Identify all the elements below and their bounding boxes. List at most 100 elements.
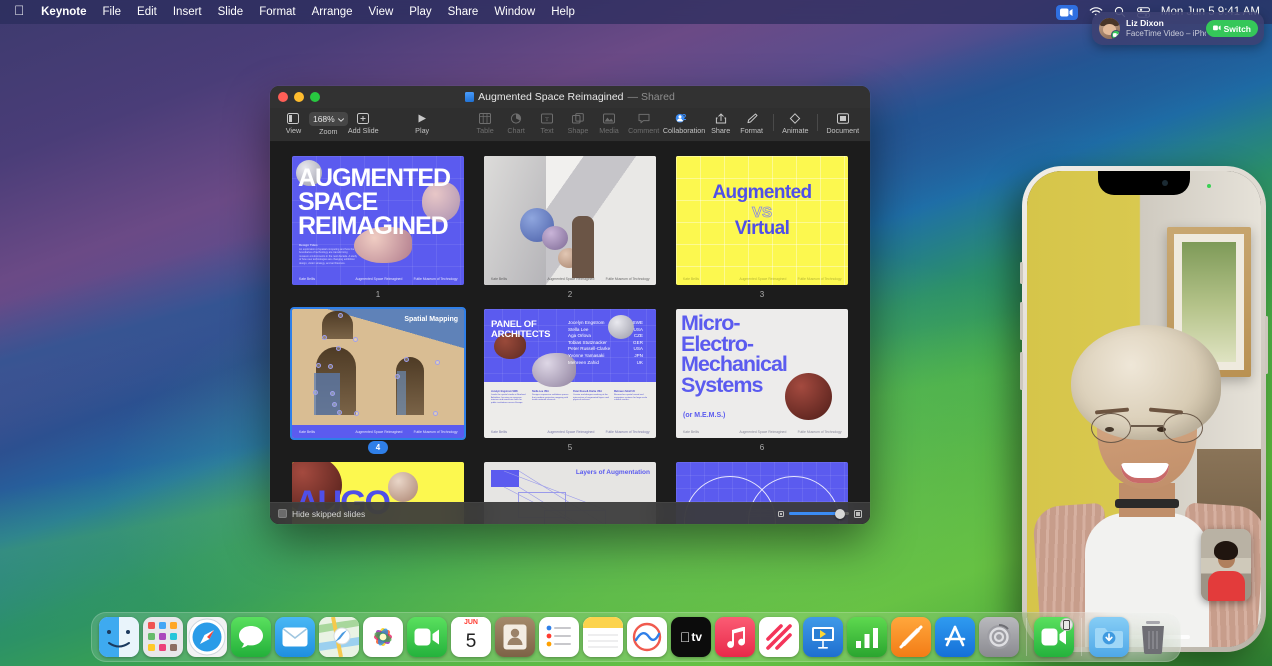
dock-item-maps[interactable] — [319, 617, 359, 657]
play-label: Play — [415, 126, 429, 135]
iphone-device[interactable] — [1022, 166, 1266, 652]
slide-grid: AUGMENTED SPACE REIMAGINED Design Tides … — [270, 142, 870, 524]
slide-cell-2[interactable]: Kate Bellis Augmented Space Reimagined F… — [484, 156, 656, 301]
animate-button[interactable]: Animate — [780, 110, 811, 135]
slide-thumbnail-3[interactable]: Augmented VS Virtual Kate Bellis Augment… — [676, 156, 848, 285]
notification-subtitle: FaceTime Video – iPhone › — [1126, 29, 1206, 39]
play-icon — [416, 112, 428, 125]
thumbnail-size-slider-group[interactable] — [778, 510, 862, 518]
dock-item-photos[interactable] — [363, 617, 403, 657]
slide-cell-1[interactable]: AUGMENTED SPACE REIMAGINED Design Tides … — [292, 156, 464, 301]
collaboration-button[interactable]: 2 Collaboration — [663, 110, 705, 135]
self-view-pip[interactable] — [1201, 529, 1251, 601]
share-button[interactable]: Share — [705, 110, 736, 135]
slide-1-body: Design Tides An exploration of spatial c… — [299, 244, 357, 265]
chart-button[interactable]: Chart — [501, 110, 532, 135]
menu-item-slide[interactable]: Slide — [210, 6, 252, 18]
large-thumbnail-icon[interactable] — [854, 510, 862, 518]
media-button[interactable]: Media — [594, 110, 625, 135]
window-title-bar[interactable]: Augmented Space Reimagined — Shared — [270, 86, 870, 108]
dock-item-mail[interactable] — [275, 617, 315, 657]
slide-cell-4[interactable]: Spatial Mapping Kate Bellis Augmented Sp… — [292, 309, 464, 454]
dock-item-trash[interactable] — [1133, 617, 1173, 657]
window-controls[interactable] — [278, 92, 320, 102]
menu-item-keynote[interactable]: Keynote — [33, 6, 94, 18]
dock-item-calendar[interactable]: JUN 5 — [451, 617, 491, 657]
view-button[interactable]: View — [278, 110, 309, 135]
dock-item-numbers[interactable] — [847, 617, 887, 657]
slide-thumbnail-4[interactable]: Spatial Mapping Kate Bellis Augmented Sp… — [292, 309, 464, 438]
slide-cell-5[interactable]: PANEL OF ARCHITECTS Jocelyn EngstromSWE … — [484, 309, 656, 454]
menu-item-edit[interactable]: Edit — [129, 6, 165, 18]
facetime-handoff-notification[interactable]: Liz Dixon FaceTime Video – iPhone › Swit… — [1092, 12, 1264, 45]
checkbox-icon[interactable] — [278, 509, 287, 518]
menu-item-window[interactable]: Window — [486, 6, 543, 18]
slide-number-4: 4 — [368, 441, 388, 454]
zoom-control[interactable]: 168% Zoom — [309, 110, 348, 136]
slide-thumbnail-1[interactable]: AUGMENTED SPACE REIMAGINED Design Tides … — [292, 156, 464, 285]
keynote-window[interactable]: Augmented Space Reimagined — Shared View… — [270, 86, 870, 524]
slide-cell-3[interactable]: Augmented VS Virtual Kate Bellis Augment… — [676, 156, 848, 301]
document-button[interactable]: Document — [824, 110, 862, 135]
menu-item-format[interactable]: Format — [251, 6, 303, 18]
dock-item-facetime-active[interactable] — [1034, 617, 1074, 657]
slide-cell-6[interactable]: Micro- Electro- Mechanical Systems (or M… — [676, 309, 848, 454]
dock-item-app-store[interactable] — [935, 617, 975, 657]
keynote-status-bar[interactable]: Hide skipped slides — [270, 502, 870, 524]
dock-item-system-settings[interactable] — [979, 617, 1019, 657]
menu-item-insert[interactable]: Insert — [165, 6, 210, 18]
dock-divider-2 — [1081, 618, 1082, 656]
video-camera-icon[interactable] — [1056, 5, 1078, 20]
menu-item-play[interactable]: Play — [401, 6, 439, 18]
slide-thumbnail-6[interactable]: Micro- Electro- Mechanical Systems (or M… — [676, 309, 848, 438]
dock-item-downloads[interactable] — [1089, 617, 1129, 657]
dock-item-keynote[interactable] — [803, 617, 843, 657]
menu-item-help[interactable]: Help — [543, 6, 583, 18]
dock-item-facetime[interactable] — [407, 617, 447, 657]
text-button[interactable]: T Text — [532, 110, 563, 135]
dock-item-contacts[interactable] — [495, 617, 535, 657]
comment-button[interactable]: Comment — [625, 110, 663, 135]
keynote-toolbar[interactable]: View 168% Zoom Add Slide — [270, 108, 870, 142]
shape-icon — [572, 112, 584, 125]
iphone-screen[interactable] — [1027, 171, 1261, 647]
dock-item-apple-tv[interactable]: tv — [671, 617, 711, 657]
slider-knob[interactable] — [835, 509, 845, 519]
small-thumbnail-icon[interactable] — [778, 511, 784, 517]
close-button[interactable] — [278, 92, 288, 102]
dock-item-launchpad[interactable] — [143, 617, 183, 657]
slide-3-title-3: Virtual — [676, 218, 848, 240]
zoom-popup-button[interactable]: 168% — [309, 112, 348, 126]
format-button[interactable]: Format — [736, 110, 767, 135]
fullscreen-button[interactable] — [310, 92, 320, 102]
hide-skipped-slides-checkbox[interactable]: Hide skipped slides — [278, 509, 365, 519]
apple-menu-icon[interactable]:  — [8, 4, 33, 20]
dock-item-finder[interactable] — [99, 617, 139, 657]
dock-item-messages[interactable] — [231, 617, 271, 657]
play-button[interactable]: Play — [407, 110, 438, 135]
dock-item-safari[interactable] — [187, 617, 227, 657]
dock-item-pages[interactable] — [891, 617, 931, 657]
table-button[interactable]: Table — [470, 110, 501, 135]
slide-thumbnail-5[interactable]: PANEL OF ARCHITECTS Jocelyn EngstromSWE … — [484, 309, 656, 438]
menu-item-view[interactable]: View — [361, 6, 402, 18]
view-sidebar-icon — [287, 112, 299, 125]
thumbnail-size-slider[interactable] — [789, 512, 849, 515]
slide-thumbnail-2[interactable]: Kate Bellis Augmented Space Reimagined F… — [484, 156, 656, 285]
dock-item-music[interactable] — [715, 617, 755, 657]
slide-navigator[interactable]: AUGMENTED SPACE REIMAGINED Design Tides … — [270, 142, 870, 524]
menu-item-share[interactable]: Share — [440, 6, 487, 18]
switch-button[interactable]: Switch — [1206, 20, 1258, 37]
dock-item-reminders[interactable] — [539, 617, 579, 657]
menu-item-file[interactable]: File — [95, 6, 130, 18]
shape-button[interactable]: Shape — [563, 110, 594, 135]
add-slide-button[interactable]: Add Slide — [348, 110, 379, 135]
toolbar-divider — [773, 114, 774, 131]
minimize-button[interactable] — [294, 92, 304, 102]
menu-item-arrange[interactable]: Arrange — [304, 6, 361, 18]
dock-item-freeform[interactable] — [627, 617, 667, 657]
dock-item-notes[interactable] — [583, 617, 623, 657]
camera-in-use-indicator — [1207, 184, 1211, 188]
dock-item-news[interactable] — [759, 617, 799, 657]
dock[interactable]: JUN 5 tv — [91, 612, 1181, 662]
